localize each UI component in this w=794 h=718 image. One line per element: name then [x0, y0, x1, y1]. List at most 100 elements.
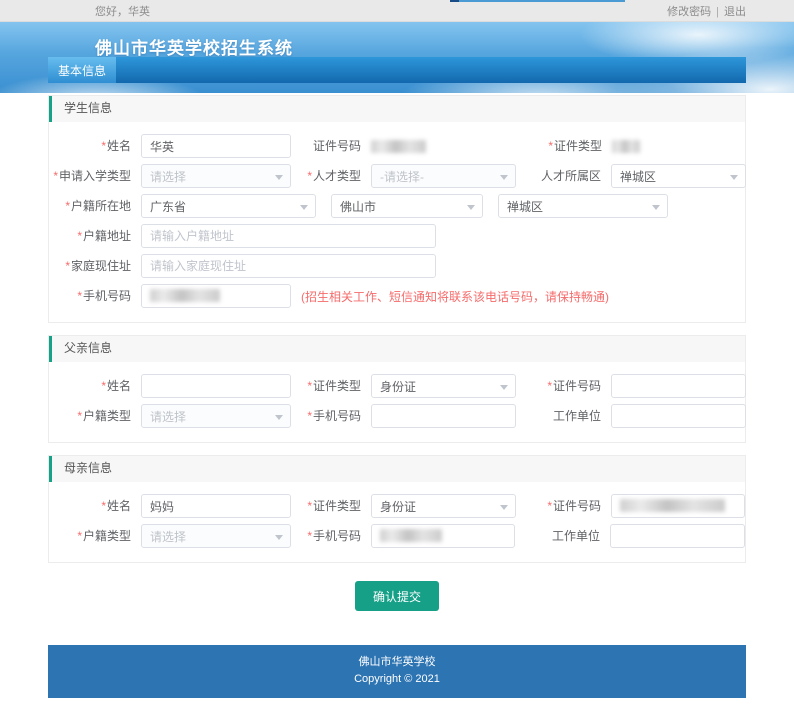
father-phone-label: *手机号码: [291, 404, 371, 428]
required-mark: *: [77, 409, 82, 423]
page-title: 佛山市华英学校招生系统: [95, 34, 293, 59]
apply-type-label: *申请入学类型: [49, 164, 141, 188]
father-idno-input[interactable]: [611, 374, 746, 398]
required-mark: *: [65, 259, 70, 273]
mother-hukou-label: *户籍类型: [49, 524, 141, 548]
tab-bar: 基本信息: [48, 57, 746, 83]
district-select[interactable]: 禅城区: [498, 194, 668, 218]
required-mark: *: [548, 139, 553, 153]
student-idno-masked-value: [371, 140, 426, 153]
home-address-label: *家庭现住址: [49, 254, 141, 278]
talent-area-label: 人才所属区: [516, 164, 611, 188]
topbar-actions: 修改密码 | 退出: [667, 3, 746, 19]
browser-loading-strip: [450, 0, 625, 2]
chevron-down-icon: [730, 175, 738, 180]
chevron-down-icon: [652, 205, 660, 210]
father-idtype-value: 身份证: [380, 378, 416, 395]
section-mother-title: 母亲信息: [49, 456, 745, 482]
tab-basic-info[interactable]: 基本信息: [48, 57, 116, 83]
required-mark: *: [101, 139, 106, 153]
mother-idno-input[interactable]: [611, 494, 745, 518]
chevron-down-icon: [500, 505, 508, 510]
talent-type-value: -请选择-: [380, 168, 424, 185]
required-mark: *: [307, 499, 312, 513]
father-phone-input[interactable]: [371, 404, 516, 428]
chevron-down-icon: [275, 175, 283, 180]
required-mark: *: [77, 529, 82, 543]
mother-idtype-select[interactable]: 身份证: [371, 494, 516, 518]
chevron-down-icon: [467, 205, 475, 210]
required-mark: *: [547, 499, 552, 513]
apply-type-value: 请选择: [150, 168, 186, 185]
father-hukou-select[interactable]: 请选择: [141, 404, 291, 428]
chevron-down-icon: [500, 175, 508, 180]
required-mark: *: [101, 379, 106, 393]
student-name-label: *姓名: [49, 134, 141, 158]
mother-work-input[interactable]: [610, 524, 745, 548]
mother-row-1: *姓名 *证件类型 身份证 *证件号码: [49, 494, 745, 518]
apply-type-select[interactable]: 请选择: [141, 164, 291, 188]
city-value: 佛山市: [340, 198, 376, 215]
student-row-5: *家庭现住址: [49, 254, 745, 278]
student-idno-label: 证件号码: [291, 134, 371, 158]
student-row-6: *手机号码 (招生相关工作、短信通知将联系该电话号码，请保持畅通): [49, 284, 745, 308]
mother-name-input[interactable]: [141, 494, 291, 518]
mother-work-label: 工作单位: [515, 524, 610, 548]
mother-name-label: *姓名: [49, 494, 141, 518]
section-student-title: 学生信息: [49, 96, 745, 122]
talent-area-select[interactable]: 禅城区: [611, 164, 746, 188]
chevron-down-icon: [300, 205, 308, 210]
talent-type-label: *人才类型: [291, 164, 371, 188]
topbar-separator: |: [716, 6, 719, 18]
father-name-input[interactable]: [141, 374, 291, 398]
father-hukou-label: *户籍类型: [49, 404, 141, 428]
required-mark: *: [307, 379, 312, 393]
mother-phone-input[interactable]: [371, 524, 515, 548]
student-name-input[interactable]: [141, 134, 291, 158]
section-mother: 母亲信息 *姓名 *证件类型 身份证 *证件号码 *户籍类型 请选择 *手机号码…: [48, 455, 746, 563]
required-mark: *: [307, 409, 312, 423]
mother-hukou-select[interactable]: 请选择: [141, 524, 291, 548]
talent-area-value: 禅城区: [620, 168, 656, 185]
footer-copyright: Copyright © 2021: [48, 671, 746, 688]
chevron-down-icon: [275, 415, 283, 420]
footer-school-name: 佛山市华英学校: [48, 654, 746, 671]
section-father-title: 父亲信息: [49, 336, 745, 362]
mother-row-2: *户籍类型 请选择 *手机号码 工作单位: [49, 524, 745, 548]
header-banner: 佛山市华英学校招生系统 基本信息: [0, 22, 794, 93]
logout-link[interactable]: 退出: [724, 6, 746, 18]
mother-idtype-label: *证件类型: [291, 494, 371, 518]
student-idtype-masked-value: [612, 140, 640, 153]
submit-button[interactable]: 确认提交: [355, 581, 439, 611]
father-row-2: *户籍类型 请选择 *手机号码 工作单位: [49, 404, 745, 428]
father-row-1: *姓名 *证件类型 身份证 *证件号码: [49, 374, 745, 398]
chevron-down-icon: [500, 385, 508, 390]
father-idtype-label: *证件类型: [291, 374, 371, 398]
father-work-input[interactable]: [611, 404, 746, 428]
required-mark: *: [77, 289, 82, 303]
student-phone-input[interactable]: [141, 284, 291, 308]
change-password-link[interactable]: 修改密码: [667, 6, 711, 18]
mother-idno-masked-value: [620, 499, 725, 512]
student-idtype-label: *证件类型: [426, 134, 612, 158]
mother-hukou-value: 请选择: [150, 528, 186, 545]
chevron-down-icon: [275, 535, 283, 540]
home-address-input[interactable]: [141, 254, 436, 278]
required-mark: *: [53, 169, 58, 183]
student-row-3: *户籍所在地 广东省 佛山市 禅城区: [49, 194, 745, 218]
required-mark: *: [547, 379, 552, 393]
city-select[interactable]: 佛山市: [331, 194, 483, 218]
district-value: 禅城区: [507, 198, 543, 215]
residence-address-label: *户籍地址: [49, 224, 141, 248]
student-phone-label: *手机号码: [49, 284, 141, 308]
student-phone-masked-value: [150, 289, 220, 302]
province-select[interactable]: 广东省: [141, 194, 316, 218]
residence-address-input[interactable]: [141, 224, 436, 248]
talent-type-select[interactable]: -请选择-: [371, 164, 516, 188]
father-idno-label: *证件号码: [516, 374, 611, 398]
footer: 佛山市华英学校 Copyright © 2021: [48, 645, 746, 698]
required-mark: *: [101, 499, 106, 513]
father-idtype-select[interactable]: 身份证: [371, 374, 516, 398]
mother-idno-label: *证件号码: [516, 494, 611, 518]
main-content: 学生信息 *姓名 证件号码 *证件类型 *申请入学类型 请选择 *人才类型 -请…: [48, 93, 746, 611]
